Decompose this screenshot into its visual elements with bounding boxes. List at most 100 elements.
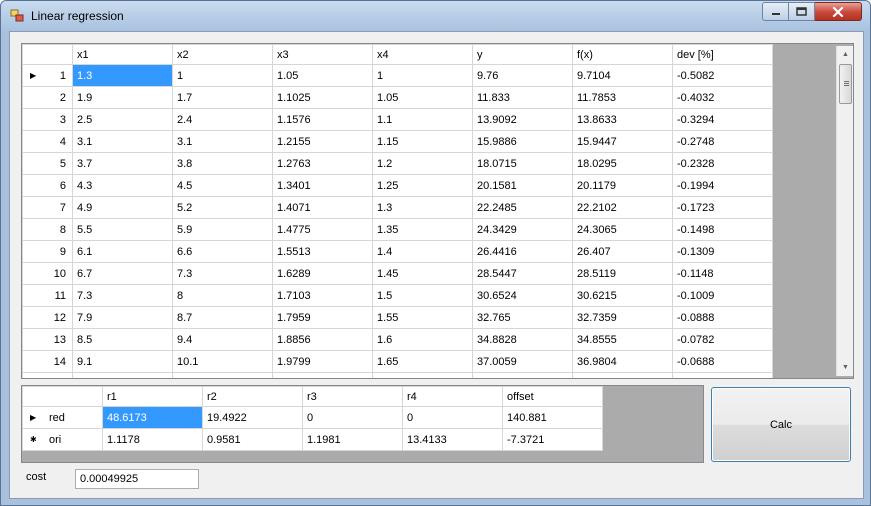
grid-cell[interactable]: 1.7959 (272, 306, 373, 329)
grid-cell[interactable] (172, 372, 273, 378)
grid-cell[interactable]: 1.7 (172, 86, 273, 109)
grid-cell[interactable]: 1.7103 (272, 284, 373, 307)
row-header[interactable]: 6 (22, 174, 73, 197)
grid-cell[interactable]: 30.6524 (472, 284, 573, 307)
grid-cell[interactable]: -0.2328 (672, 152, 773, 175)
grid-cell[interactable]: 34.8555 (572, 328, 673, 351)
grid-cell[interactable]: 3.8 (172, 152, 273, 175)
grid-cell[interactable]: 9.1 (72, 350, 173, 373)
grid-cell[interactable]: 4.5 (172, 174, 273, 197)
grid-cell[interactable]: 0 (302, 406, 403, 429)
grid-cell[interactable]: 1.3 (72, 64, 173, 87)
row-header[interactable]: 9 (22, 240, 73, 263)
grid-cell[interactable]: 3.7 (72, 152, 173, 175)
grid-cell[interactable]: 1.6289 (272, 262, 373, 285)
grid-cell[interactable]: 1.5513 (272, 240, 373, 263)
grid-cell[interactable]: 1.4071 (272, 196, 373, 219)
grid-cell[interactable]: 4.3 (72, 174, 173, 197)
column-header[interactable]: x1 (72, 44, 173, 65)
grid-cell[interactable]: 140.881 (502, 406, 603, 429)
column-header[interactable]: x2 (172, 44, 273, 65)
grid-cell[interactable]: 1.8856 (272, 328, 373, 351)
grid-cell[interactable] (572, 372, 673, 378)
grid-cell[interactable]: 32.765 (472, 306, 573, 329)
grid-cell[interactable] (272, 372, 373, 378)
grid-cell[interactable]: -0.1994 (672, 174, 773, 197)
grid-cell[interactable]: 1.15 (372, 130, 473, 153)
corner-header[interactable] (22, 386, 103, 407)
column-header[interactable]: r3 (302, 386, 403, 407)
grid-cell[interactable]: 28.5447 (472, 262, 573, 285)
grid-cell[interactable]: 32.7359 (572, 306, 673, 329)
data-grid[interactable]: x1 x2 x3 x4 y f(x) dev [%] ▶ 1 1.3 1 1.05 1 9.76 9.71… (21, 43, 854, 379)
column-header[interactable]: y (472, 44, 573, 65)
grid-cell[interactable]: 7.9 (72, 306, 173, 329)
grid-cell[interactable]: 24.3065 (572, 218, 673, 241)
grid-cell[interactable]: -0.0782 (672, 328, 773, 351)
column-header[interactable]: dev [%] (672, 44, 773, 65)
grid-cell[interactable]: 1.9 (72, 86, 173, 109)
grid-cell[interactable]: 1.35 (372, 218, 473, 241)
grid-cell[interactable]: 3.1 (172, 130, 273, 153)
grid-cell[interactable]: 1.55 (372, 306, 473, 329)
grid-cell[interactable]: 48.6173 (102, 406, 203, 429)
grid-cell[interactable]: 1.2763 (272, 152, 373, 175)
grid-cell[interactable]: -7.3721 (502, 428, 603, 451)
calc-button[interactable]: Calc (711, 387, 851, 462)
grid-cell[interactable]: -0.5082 (672, 64, 773, 87)
grid-cell[interactable]: 1.05 (372, 86, 473, 109)
grid-cell[interactable]: 18.0295 (572, 152, 673, 175)
grid-cell[interactable]: 1.4775 (272, 218, 373, 241)
grid-cell[interactable]: 13.8633 (572, 108, 673, 131)
corner-header[interactable] (22, 44, 73, 65)
grid-cell[interactable]: 1.3 (372, 196, 473, 219)
grid-cell[interactable]: 6.1 (72, 240, 173, 263)
grid-cell[interactable]: 1.1576 (272, 108, 373, 131)
row-header[interactable]: 3 (22, 108, 73, 131)
grid-cell[interactable]: 1.1025 (272, 86, 373, 109)
grid-cell[interactable]: 4.9 (72, 196, 173, 219)
minimize-button[interactable] (762, 2, 789, 21)
grid-cell[interactable]: 34.8828 (472, 328, 573, 351)
grid-cell[interactable]: 9.4 (172, 328, 273, 351)
grid-cell[interactable]: 22.2485 (472, 196, 573, 219)
row-header[interactable]: 13 (22, 328, 73, 351)
grid-cell[interactable]: 36.9804 (572, 350, 673, 373)
grid-cell[interactable]: -0.3294 (672, 108, 773, 131)
grid-cell[interactable]: 1.45 (372, 262, 473, 285)
maximize-button[interactable] (789, 2, 815, 21)
grid-cell[interactable]: -0.4032 (672, 86, 773, 109)
column-header[interactable]: offset (502, 386, 603, 407)
scroll-thumb[interactable] (839, 64, 852, 104)
column-header[interactable]: f(x) (572, 44, 673, 65)
row-header[interactable]: ▶ red (22, 406, 103, 429)
grid-cell[interactable]: 19.4922 (202, 406, 303, 429)
grid-cell[interactable]: -0.0688 (672, 350, 773, 373)
vertical-scrollbar[interactable]: ▲ ▼ (836, 46, 853, 376)
grid-cell[interactable]: 1.9799 (272, 350, 373, 373)
grid-cell[interactable]: 0.9581 (202, 428, 303, 451)
column-header[interactable]: x3 (272, 44, 373, 65)
grid-cell[interactable]: 1.25 (372, 174, 473, 197)
grid-cell[interactable]: 20.1179 (572, 174, 673, 197)
grid-cell[interactable]: 5.9 (172, 218, 273, 241)
grid-cell[interactable]: 5.2 (172, 196, 273, 219)
grid-cell[interactable]: 1.4 (372, 240, 473, 263)
result-grid[interactable]: r1 r2 r3 r4 offset ▶ red 48.6173 19.4922 0 0 140.8… (21, 385, 704, 463)
row-header[interactable]: 4 (22, 130, 73, 153)
close-button[interactable] (815, 2, 862, 21)
scroll-down-arrow-icon[interactable]: ▼ (837, 359, 853, 376)
row-header[interactable]: 11 (22, 284, 73, 307)
grid-cell[interactable]: 13.9092 (472, 108, 573, 131)
row-header[interactable]: 14 (22, 350, 73, 373)
grid-cell[interactable]: 15.9886 (472, 130, 573, 153)
grid-cell[interactable]: 6.6 (172, 240, 273, 263)
grid-cell[interactable]: 8.5 (72, 328, 173, 351)
grid-cell[interactable]: 2.4 (172, 108, 273, 131)
grid-cell[interactable]: 24.3429 (472, 218, 573, 241)
grid-cell[interactable]: 9.7104 (572, 64, 673, 87)
row-header[interactable]: ✱ ori (22, 428, 103, 451)
scroll-up-arrow-icon[interactable]: ▲ (837, 46, 853, 63)
cost-input[interactable] (75, 469, 199, 489)
grid-cell[interactable]: -0.1309 (672, 240, 773, 263)
